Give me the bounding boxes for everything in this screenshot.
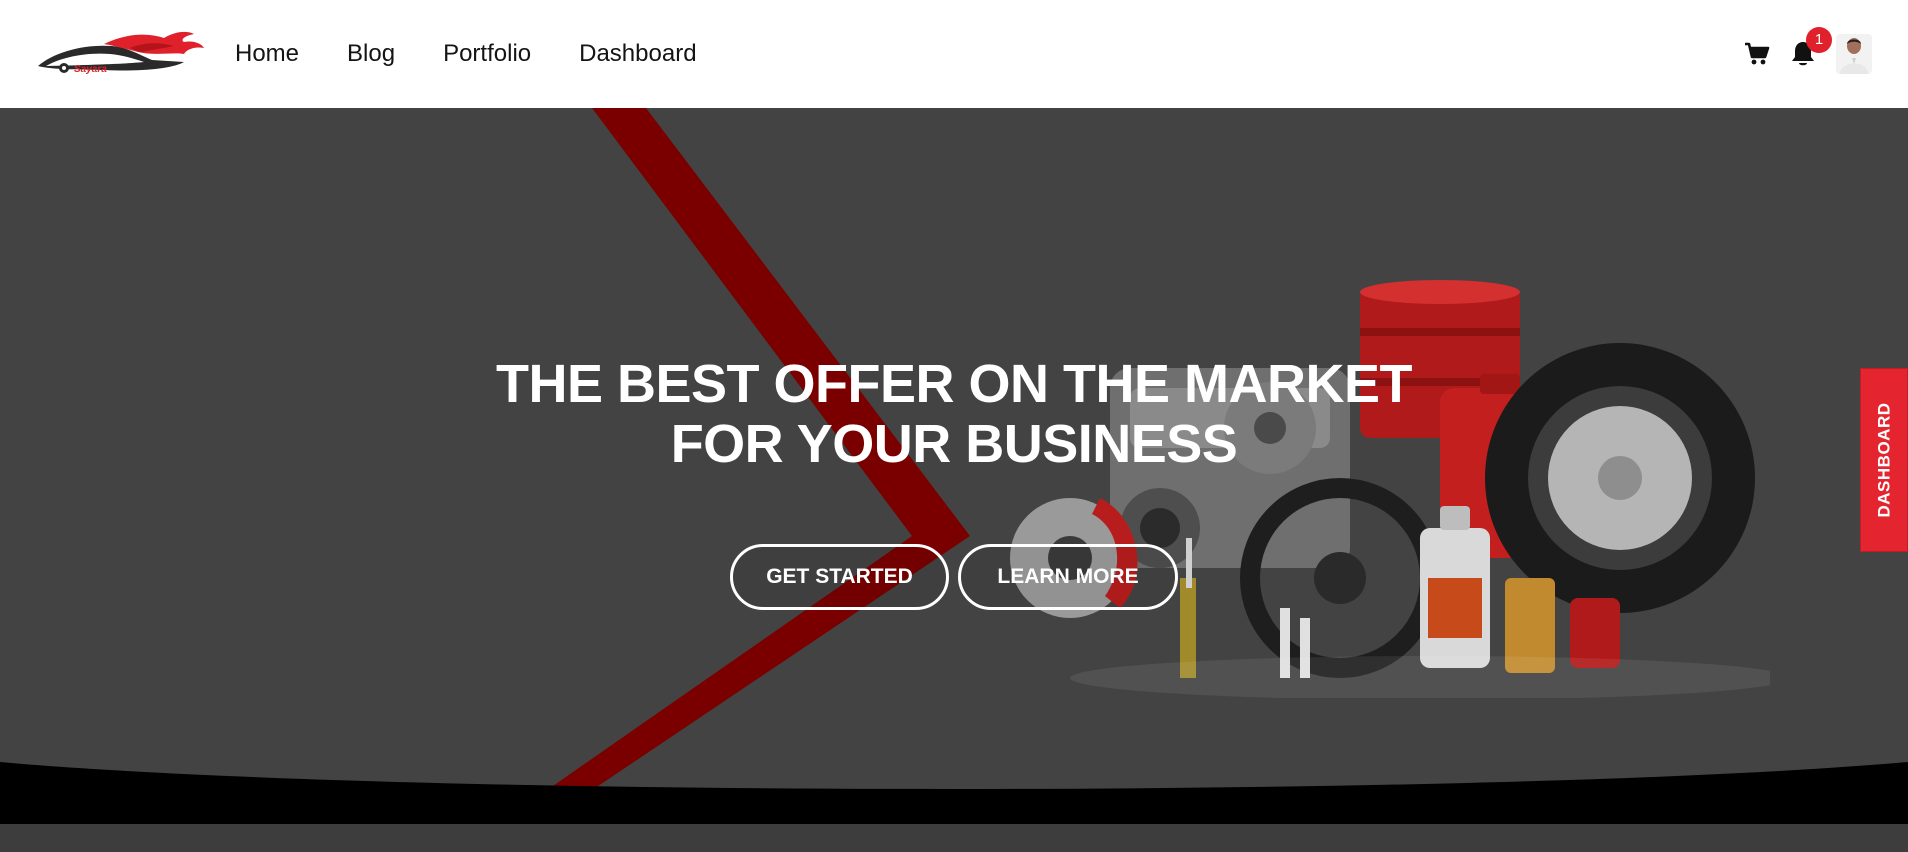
brand-logo[interactable]: Sayara: [34, 30, 204, 78]
main-nav: Home Blog Portfolio Dashboard: [235, 0, 745, 108]
logo-wordmark: Sayara: [74, 64, 107, 75]
dashboard-side-tab-label: DASHBOARD: [1874, 402, 1893, 518]
user-avatar[interactable]: [1836, 34, 1872, 74]
header-actions: 1: [1740, 27, 1872, 78]
section-divider: [0, 824, 1908, 852]
top-navbar: Sayara Home Blog Portfolio Dashboard 1: [0, 0, 1908, 108]
nav-dashboard[interactable]: Dashboard: [579, 40, 696, 68]
shopping-cart-icon[interactable]: [1740, 37, 1774, 71]
hero-headline-line2: FOR YOUR BUSINESS: [670, 414, 1238, 474]
notification-count-badge: 1: [1806, 27, 1832, 53]
dashboard-side-tab[interactable]: DASHBOARD: [1860, 368, 1908, 552]
get-started-button[interactable]: GET STARTED: [730, 544, 949, 610]
hero-headline-line1: THE BEST OFFER ON THE MARKET: [496, 354, 1413, 414]
learn-more-button[interactable]: LEARN MORE: [958, 544, 1178, 610]
hero-section: THE BEST OFFER ON THE MARKET FOR YOUR BU…: [0, 108, 1908, 852]
nav-portfolio[interactable]: Portfolio: [443, 40, 531, 68]
nav-home[interactable]: Home: [235, 40, 299, 68]
hero-headline: THE BEST OFFER ON THE MARKET FOR YOUR BU…: [354, 354, 1554, 474]
nav-blog[interactable]: Blog: [347, 40, 395, 68]
notification-bell-icon[interactable]: 1: [1786, 27, 1832, 71]
auto-parts-image: [1010, 280, 1770, 698]
